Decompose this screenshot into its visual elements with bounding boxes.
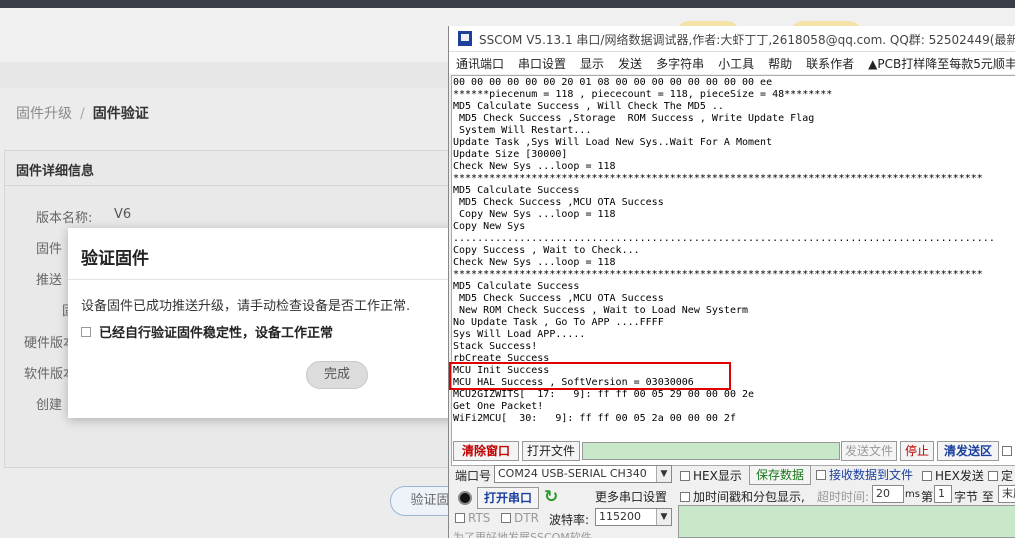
dialog-divider bbox=[68, 279, 460, 280]
terminal-line: MD5 Check Success ,MCU OTA Success bbox=[453, 293, 664, 304]
terminal-line: MD5 Check Success ,MCU OTA Success bbox=[453, 197, 664, 208]
recv-to-file-checkbox[interactable]: 接收数据到文件 bbox=[816, 466, 913, 483]
baud-dropdown-icon[interactable]: ▼ bbox=[656, 509, 671, 525]
sscom-title: SSCOM V5.13.1 串口/网络数据调试器,作者:大虾丁丁,2618058… bbox=[479, 33, 1015, 47]
terminal-line: MCU2GIZWITS[ 17: 9]: ff ff 00 05 29 00 0… bbox=[453, 389, 755, 400]
menu-item-port[interactable]: 通讯端口 bbox=[449, 52, 511, 74]
terminal-line: 00 00 00 00 00 00 20 01 08 00 00 00 00 0… bbox=[453, 77, 773, 88]
created-label: 创建 bbox=[36, 398, 63, 413]
extra-checkbox[interactable] bbox=[1002, 446, 1012, 456]
timeout-label: 超时时间: bbox=[817, 490, 870, 504]
version-value: V6 bbox=[114, 207, 132, 222]
done-button[interactable]: 完成 bbox=[306, 361, 368, 389]
byte-suffix: 字节 至 bbox=[954, 490, 994, 504]
highlight-box bbox=[449, 362, 731, 390]
breadcrumb-separator: / bbox=[80, 106, 85, 122]
terminal-line: Get One Packet! bbox=[453, 401, 544, 412]
detail-label: 推送 bbox=[36, 273, 63, 288]
terminal-line: ........................................… bbox=[453, 233, 995, 244]
terminal-line: ******piecenum = 118 , piececount = 118,… bbox=[453, 89, 833, 100]
menu-item-tools[interactable]: 小工具 bbox=[711, 52, 761, 74]
rts-checkbox[interactable]: RTS bbox=[455, 511, 490, 525]
breadcrumb-current: 固件验证 bbox=[92, 106, 149, 122]
terminal-line: Stack Success! bbox=[453, 341, 538, 352]
menu-item-contact[interactable]: 联系作者 bbox=[799, 52, 861, 74]
timeout-input[interactable]: 20 bbox=[872, 485, 904, 503]
terminal-line: MD5 Check Success ,Storage ROM Success ,… bbox=[453, 113, 815, 124]
baud-label: 波特率: bbox=[549, 513, 590, 527]
terminal-line: Sys Will Load APP..... bbox=[453, 329, 586, 340]
terminal-line: Update Size [30000] bbox=[453, 149, 568, 160]
hex-send-checkbox[interactable]: HEX发送 bbox=[922, 467, 984, 484]
open-file-button[interactable]: 打开文件 bbox=[522, 441, 580, 461]
terminal-line: Check New Sys ...loop = 118 bbox=[453, 257, 616, 268]
timeout-unit: ms bbox=[905, 489, 920, 500]
terminal-line: Update Task ,Sys Will Load New Sys..Wait… bbox=[453, 137, 773, 148]
dialog-message: 设备固件已成功推送升级，请手动检查设备是否工作正常. bbox=[81, 299, 411, 314]
verified-checkbox-row[interactable]: 已经自行验证固件稳定性，设备工作正常 bbox=[81, 322, 333, 341]
port-value: COM24 USB-SERIAL CH340 bbox=[498, 467, 647, 480]
breadcrumb: 固件升级 / 固件验证 bbox=[16, 103, 149, 123]
byte-start-input[interactable]: 1 bbox=[934, 485, 952, 503]
terminal-line: System Will Restart... bbox=[453, 125, 592, 136]
breadcrumb-parent[interactable]: 固件升级 bbox=[16, 106, 72, 122]
menu-item-multi-string[interactable]: 多字符串 bbox=[649, 52, 711, 74]
clear-window-button[interactable]: 清除窗口 bbox=[453, 441, 519, 461]
more-port-settings-link[interactable]: 更多串口设置 bbox=[595, 488, 667, 505]
byte-end-select[interactable]: 末尾 bbox=[998, 485, 1015, 503]
hex-display-checkbox[interactable]: HEX显示 bbox=[680, 467, 742, 484]
port-select[interactable]: COM24 USB-SERIAL CH340 bbox=[494, 465, 672, 483]
send-file-button[interactable]: 发送文件 bbox=[841, 441, 897, 461]
timestamp-checkbox[interactable]: 加时间戳和分包显示, bbox=[680, 488, 805, 505]
terminal-line: No Update Task , Go To APP ....FFFF bbox=[453, 317, 664, 328]
terminal-line: Copy Success , Wait to Check... bbox=[453, 245, 640, 256]
verified-checkbox[interactable] bbox=[81, 326, 91, 337]
verify-firmware-dialog: 验证固件 设备固件已成功推送升级，请手动检查设备是否工作正常. 已经自行验证固件… bbox=[68, 228, 460, 418]
sscom-window: SSCOM V5.13.1 串口/网络数据调试器,作者:大虾丁丁,2618058… bbox=[448, 26, 1015, 538]
fixed-checkbox[interactable]: 定 bbox=[988, 467, 1013, 484]
terminal-line: ****************************************… bbox=[453, 173, 983, 184]
file-path-field[interactable] bbox=[582, 442, 840, 460]
card-title: 固件详细信息 bbox=[4, 150, 464, 186]
terminal-line: Copy New Sys ...loop = 118 bbox=[453, 209, 616, 220]
port-label: 端口号 bbox=[455, 469, 492, 483]
sscom-menu-bar: 通讯端口 串口设置 显示 发送 多字符串 小工具 帮助 联系作者 ▲PCB打样降… bbox=[449, 52, 1015, 74]
byte-prefix: 第 bbox=[921, 490, 934, 504]
terminal-line: Copy New Sys bbox=[453, 221, 526, 232]
sscom-title-bar[interactable]: SSCOM V5.13.1 串口/网络数据调试器,作者:大虾丁丁,2618058… bbox=[449, 26, 1015, 52]
footer-note: 为了更好地发展SSCOM软件 bbox=[453, 531, 592, 538]
terminal-line: MD5 Calculate Success bbox=[453, 185, 580, 196]
save-data-button[interactable]: 保存数据 bbox=[749, 465, 811, 485]
terminal-line: WiFi2MCU[ 30: 9]: ff ff 00 05 2a 00 00 0… bbox=[453, 413, 736, 424]
terminal-line: MD5 Calculate Success , Will Check The M… bbox=[453, 101, 724, 112]
baud-value: 115200 bbox=[599, 510, 641, 523]
port-dropdown-icon[interactable]: ▼ bbox=[656, 466, 671, 482]
verified-checkbox-label[interactable]: 已经自行验证固件稳定性，设备工作正常 bbox=[99, 322, 333, 341]
detail-label: 固件 bbox=[36, 242, 63, 257]
terminal-line: New ROM Check Success , Wait to Load New… bbox=[453, 305, 749, 316]
stop-button[interactable]: 停止 bbox=[900, 441, 934, 461]
terminal-line: MD5 Calculate Success bbox=[453, 281, 580, 292]
top-bar bbox=[0, 0, 1015, 8]
send-input-area[interactable] bbox=[678, 505, 1015, 538]
dialog-title: 验证固件 bbox=[81, 249, 149, 269]
menu-item-help[interactable]: 帮助 bbox=[761, 52, 799, 74]
clear-send-button[interactable]: 清发送区 bbox=[937, 441, 999, 461]
port-status-icon bbox=[458, 491, 472, 505]
terminal-line: ****************************************… bbox=[453, 269, 983, 280]
menu-item-display[interactable]: 显示 bbox=[573, 52, 611, 74]
refresh-icon[interactable]: ↻ bbox=[544, 487, 558, 507]
menu-item-send[interactable]: 发送 bbox=[611, 52, 649, 74]
menu-item-pcb-ad[interactable]: ▲PCB打样降至每款5元顺丰 bbox=[861, 52, 1015, 74]
menu-item-serial-settings[interactable]: 串口设置 bbox=[511, 52, 573, 74]
version-label: 版本名称: bbox=[36, 211, 93, 226]
sscom-logo-icon bbox=[458, 31, 472, 46]
terminal-line: Check New Sys ...loop = 118 bbox=[453, 161, 616, 172]
open-port-button[interactable]: 打开串口 bbox=[477, 487, 539, 509]
receive-terminal[interactable]: 00 00 00 00 00 00 20 01 08 00 00 00 00 0… bbox=[451, 75, 1015, 466]
dtr-checkbox[interactable]: DTR bbox=[501, 511, 539, 525]
